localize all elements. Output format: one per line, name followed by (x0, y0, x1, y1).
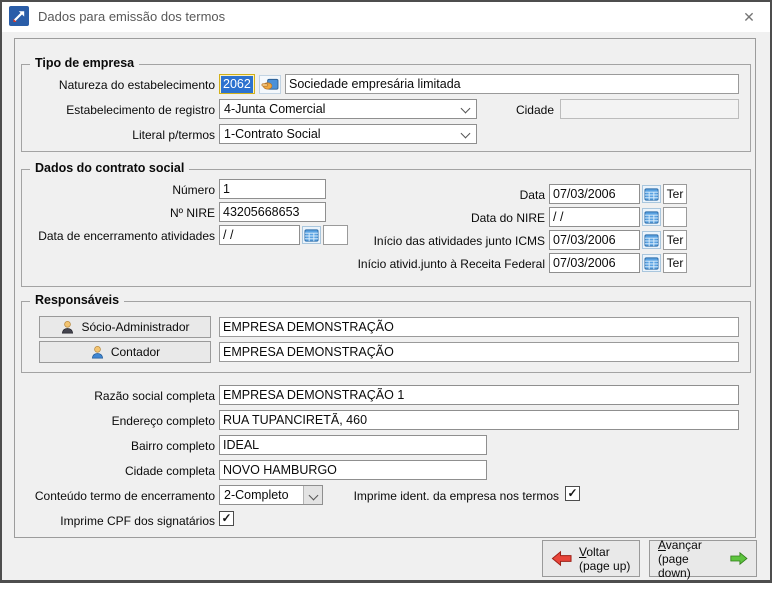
cidade-label: Cidade (515, 103, 554, 117)
registro-combobox[interactable]: 4-Junta Comercial (219, 99, 477, 119)
data-input[interactable] (549, 184, 640, 204)
data-nire-label: Data do NIRE (470, 211, 545, 225)
conteudo-combobox[interactable]: 2-Completo (219, 485, 323, 505)
receita-label: Início ativid.junto à Receita Federal (357, 257, 545, 271)
arrow-right-green-icon (730, 551, 748, 566)
person-blue-icon (91, 345, 103, 358)
cidade-field (560, 99, 739, 119)
voltar-label: Voltar (579, 544, 610, 559)
window-title: Dados para emissão dos termos (38, 9, 226, 24)
data-nire-calendar-button[interactable] (642, 208, 661, 226)
calendar-icon (644, 233, 659, 247)
data-weekday-box: Ter (663, 184, 687, 204)
calendar-icon (644, 210, 659, 224)
imprime-ident-checkbox[interactable]: ✓ (565, 486, 580, 501)
endereco-input[interactable] (219, 410, 739, 430)
icms-weekday-box: Ter (663, 230, 687, 250)
natureza-code-selected-text: 2062 (221, 76, 253, 93)
bairro-label: Bairro completo (130, 439, 215, 453)
data-calendar-button[interactable] (642, 185, 661, 203)
avancar-label: Avançar (658, 537, 702, 552)
imprime-cpf-checkbox[interactable]: ✓ (219, 511, 234, 526)
receita-weekday-box: Ter (663, 253, 687, 273)
natureza-desc-field: Sociedade empresária limitada (285, 74, 739, 94)
avancar-button[interactable]: Avançar (page down) (649, 537, 757, 580)
numero-label: Número (172, 183, 215, 197)
endereco-label: Endereço completo (111, 414, 215, 428)
data-label: Data (519, 188, 545, 202)
cidade-completa-label: Cidade completa (124, 464, 215, 478)
group-tipo-empresa-title: Tipo de empresa (30, 56, 140, 70)
data-nire-weekday-box (663, 207, 687, 227)
chevron-down-icon (308, 490, 319, 501)
socio-administrador-button[interactable]: Sócio-Administrador (39, 316, 211, 338)
registro-value: 4-Junta Comercial (224, 102, 326, 116)
screenshot-stage: Dados para emissão dos termos ✕ Tipo de … (0, 0, 772, 589)
dialog-window: Dados para emissão dos termos ✕ Tipo de … (0, 0, 772, 583)
conteudo-label: Conteúdo termo de encerramento (34, 489, 215, 503)
contador-name-field: EMPRESA DEMONSTRAÇÃO (219, 342, 739, 362)
icms-label: Início das atividades junto ICMS (373, 234, 545, 248)
calendar-icon (644, 187, 659, 201)
encerramento-label: Data de encerramento atividades (38, 229, 215, 243)
chevron-down-icon (460, 103, 471, 114)
calendar-icon (644, 256, 659, 270)
imprime-ident-label: Imprime ident. da empresa nos termos (353, 489, 559, 503)
bairro-input[interactable] (219, 435, 487, 455)
close-icon[interactable]: ✕ (736, 7, 762, 27)
registro-label: Estabelecimento de registro (66, 103, 215, 117)
group-responsaveis-title: Responsáveis (30, 293, 125, 307)
contador-button[interactable]: Contador (39, 341, 211, 363)
contador-button-label: Contador (110, 345, 161, 359)
data-nire-input[interactable] (549, 207, 640, 227)
razao-input[interactable] (219, 385, 739, 405)
arrow-left-red-icon (551, 550, 572, 567)
titlebar: Dados para emissão dos termos ✕ (2, 2, 770, 32)
avancar-sublabel: (page down) (658, 551, 691, 580)
natureza-code-input[interactable]: 2062 (219, 74, 255, 94)
razao-label: Razão social completa (94, 389, 215, 403)
icms-calendar-button[interactable] (642, 231, 661, 249)
conteudo-value: 2-Completo (224, 488, 289, 502)
voltar-button[interactable]: Voltar (page up) (542, 540, 640, 577)
literal-label: Literal p/termos (132, 128, 215, 142)
socio-name-field: EMPRESA DEMONSTRAÇÃO (219, 317, 739, 337)
combo-button (303, 486, 322, 504)
chevron-down-icon (460, 128, 471, 139)
literal-value: 1-Contrato Social (224, 127, 321, 141)
socio-button-label: Sócio-Administrador (81, 320, 190, 334)
nire-label: Nº NIRE (169, 206, 215, 220)
literal-combobox[interactable]: 1-Contrato Social (219, 124, 477, 144)
cidade-completa-input[interactable] (219, 460, 487, 480)
app-icon (9, 6, 29, 26)
lookup-hand-icon (261, 78, 279, 90)
receita-date-input[interactable] (549, 253, 640, 273)
group-contrato-title: Dados do contrato social (30, 161, 190, 175)
natureza-label: Natureza do estabelecimento (58, 78, 215, 92)
imprime-cpf-label: Imprime CPF dos signatários (60, 514, 215, 528)
voltar-sublabel: (page up) (579, 558, 631, 573)
icms-date-input[interactable] (549, 230, 640, 250)
person-dark-icon (62, 320, 74, 333)
receita-calendar-button[interactable] (642, 254, 661, 272)
natureza-lookup-button[interactable] (259, 75, 281, 94)
